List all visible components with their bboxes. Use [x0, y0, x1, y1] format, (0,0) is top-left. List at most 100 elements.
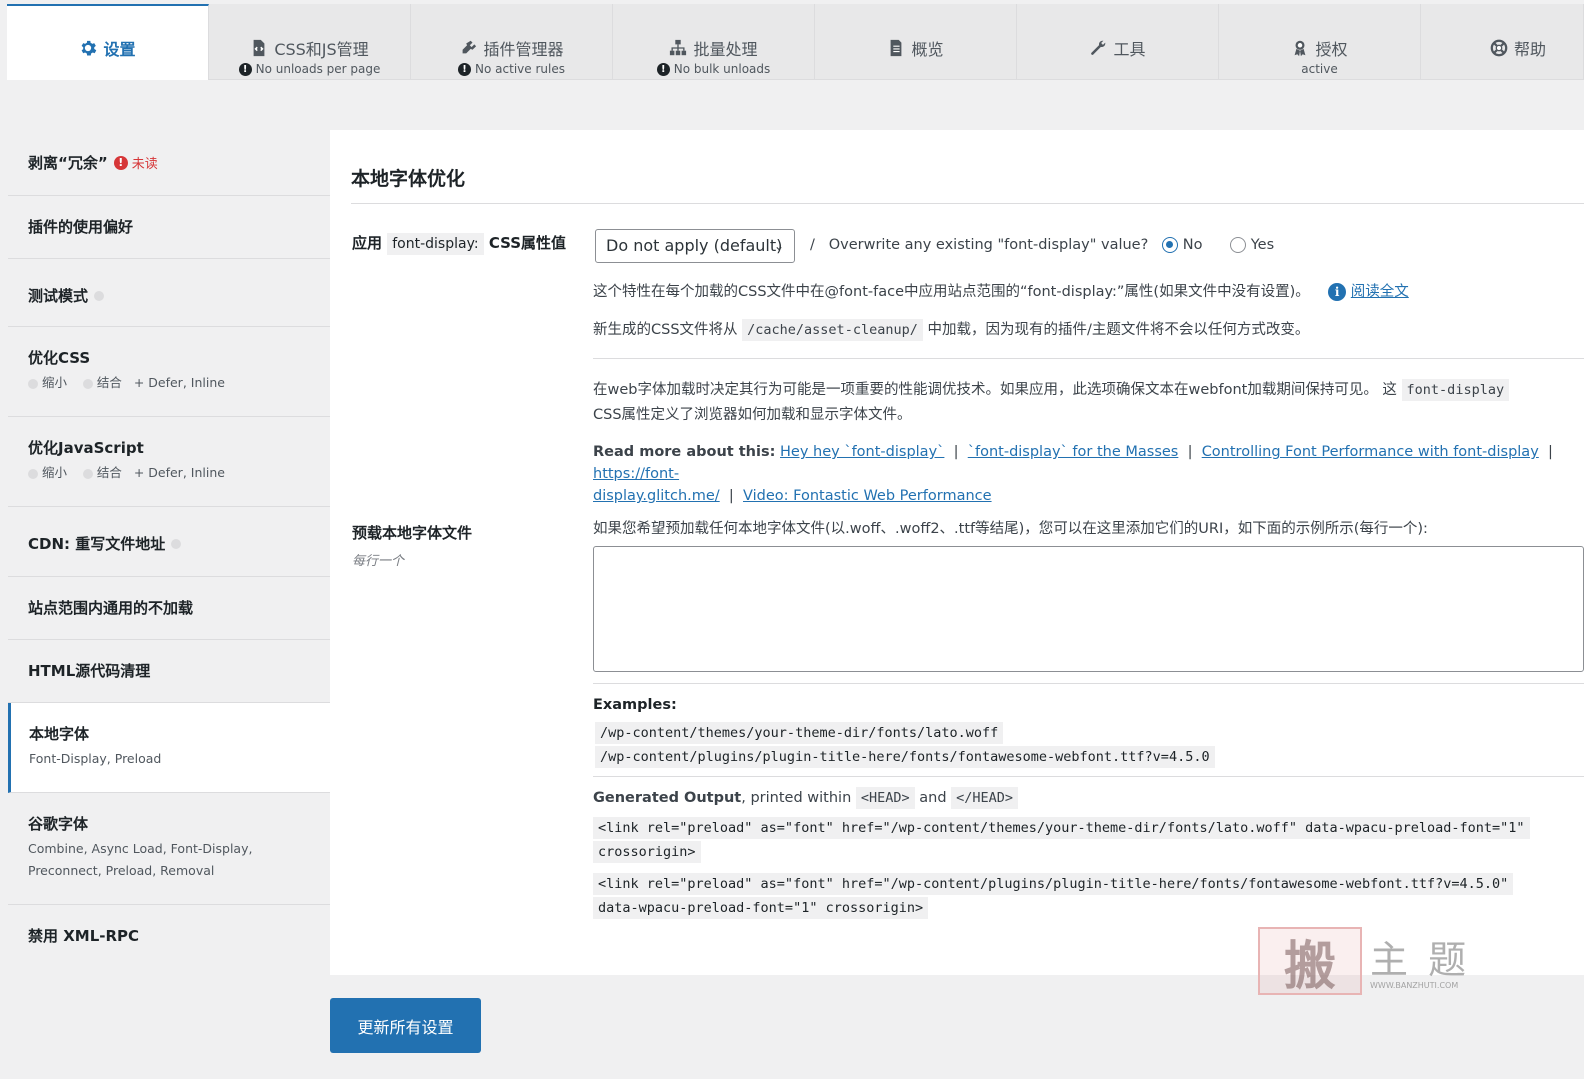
sidebar-item-label: 优化CSS [28, 349, 91, 367]
preload-description: 如果您希望预加载任何本地字体文件(以.woff、.woff2、.ttf等结尾)，… [593, 521, 1428, 537]
output-line: crossorigin> [593, 841, 701, 863]
watermark-logo: 搬 主 题 WWW.BANZHUTI.COM [1258, 925, 1488, 997]
settings-sidebar: 剥离“冗余” ! 未读 插件的使用偏好 测试模式 优化CSS 缩小 结合 + De… [8, 130, 330, 969]
sidebar-item-label: 插件的使用偏好 [28, 218, 134, 236]
tab-sublabel: No active rules [475, 62, 565, 76]
tab-plugins-manager[interactable]: 插件管理器 ! No active rules [411, 4, 613, 80]
overwrite-row: / Overwrite any existing "font-display" … [810, 234, 1274, 256]
read-more-heading: Read more about this: [593, 444, 776, 460]
sidebar-item-label: 谷歌字体 [28, 815, 89, 833]
tab-label: 插件管理器 [483, 40, 564, 59]
font-display-code: font-display [1401, 379, 1510, 401]
sidebar-item-local-fonts[interactable]: 本地字体 Font-Display, Preload [8, 703, 330, 793]
sidebar-item-label: 禁用 XML-RPC [28, 927, 140, 945]
cache-description: 新生成的CSS文件将从 /cache/asset-cleanup/ 中加载，因为… [593, 319, 1309, 341]
tab-label: 概览 [911, 40, 944, 59]
status-dot [82, 378, 93, 389]
tab-label: 授权 [1315, 40, 1348, 59]
link-glitch[interactable]: https://font- [593, 466, 679, 482]
status-dot [94, 290, 105, 301]
combine-label: 结合 [96, 465, 122, 480]
divider [351, 203, 1584, 204]
preload-label: 预载本地字体文件 [352, 524, 473, 542]
description-text: 这个特性在每个加载的CSS文件中在@font-face中应用站点范围的“font… [593, 284, 1310, 300]
radio-yes[interactable] [1230, 237, 1247, 253]
extra-label: + Defer, Inline [133, 465, 225, 480]
settings-panel: 本地字体优化 应用 font-display: CSS属性值 Do not ap… [330, 130, 1584, 975]
generated-output-2: <link rel="preload" as="font" href="/wp-… [593, 872, 1584, 920]
status-dot [82, 468, 93, 479]
end-head-code: </HEAD> [951, 787, 1019, 809]
sidebar-item-plugin-preferences[interactable]: 插件的使用偏好 [8, 196, 330, 259]
select-value: Do not apply (default) [606, 236, 783, 255]
read-more-links: Read more about this: Hey hey `font-disp… [593, 444, 1558, 504]
preload-fonts-textarea[interactable] [593, 546, 1584, 672]
generated-output-text: , printed within [741, 790, 852, 806]
tab-help[interactable]: 帮助 [1421, 4, 1584, 80]
sidebar-item-cdn[interactable]: CDN: 重写文件地址 [8, 507, 330, 577]
gear-icon [82, 40, 97, 56]
link-video[interactable]: Video: Fontastic Web Performance [743, 488, 992, 504]
sidebar-item-label: 本地字体 [29, 725, 90, 743]
preload-sublabel: 每行一个 [352, 554, 405, 569]
output-line: <link rel="preload" as="font" href="/wp-… [593, 817, 1530, 839]
link-glitch-cont[interactable]: display.glitch.me/ [593, 488, 720, 504]
link-hey-hey[interactable]: Hey hey `font-display` [780, 444, 944, 460]
watermark-url: WWW.BANZHUTI.COM [1370, 981, 1459, 990]
and-text: and [919, 790, 947, 806]
alert-icon: ! [458, 62, 472, 76]
link-controlling-performance[interactable]: Controlling Font Performance with font-d… [1202, 444, 1539, 460]
tab-license[interactable]: 授权 active [1219, 4, 1421, 80]
tab-bulk-changes[interactable]: 批量处理 ! No bulk unloads [613, 4, 815, 80]
examples-label: Examples: [593, 697, 677, 713]
status-dot [28, 378, 38, 389]
font-display-label: 应用 font-display: CSS属性值 [352, 232, 566, 255]
output-line: <link rel="preload" as="font" href="/wp-… [593, 873, 1514, 895]
label-text: 应用 [352, 234, 383, 252]
sidebar-item-label: 测试模式 [28, 287, 89, 305]
slash-separator: / [810, 237, 815, 253]
sidebar-item-disable-xmlrpc[interactable]: 禁用 XML-RPC [8, 905, 330, 969]
description-text: CSS属性定义了浏览器如何加载和显示字体文件。 [593, 407, 912, 423]
sidebar-item-test-mode[interactable]: 测试模式 [8, 259, 330, 327]
sidebar-item-html-cleanup[interactable]: HTML源代码清理 [8, 640, 330, 703]
font-display-description: 这个特性在每个加载的CSS文件中在@font-face中应用站点范围的“font… [593, 281, 1409, 303]
sidebar-item-label: 优化JavaScript [28, 439, 144, 457]
sidebar-item-meta: Combine, Async Load, Font-Display, [28, 841, 253, 856]
radio-no[interactable] [1162, 237, 1179, 253]
save-settings-button[interactable]: 更新所有设置 [330, 998, 481, 1053]
head-code: <HEAD> [855, 787, 915, 809]
tab-label: 帮助 [1514, 40, 1547, 59]
tab-tools[interactable]: 工具 [1017, 4, 1219, 80]
tab-overview[interactable]: 概览 [815, 4, 1017, 80]
font-display-select[interactable]: Do not apply (default) ⌄ [595, 229, 795, 263]
generated-output-label: Generated Output, printed within <HEAD> … [593, 787, 1019, 809]
sidebar-item-label: 剥离“冗余” [28, 154, 108, 172]
sidebar-item-google-fonts[interactable]: 谷歌字体 Combine, Async Load, Font-Display, P… [8, 793, 330, 905]
sitemap-icon [670, 39, 687, 56]
lifebuoy-icon [1490, 39, 1508, 57]
sidebar-item-optimize-js[interactable]: 优化JavaScript 缩小 结合 + Defer, Inline [8, 417, 330, 507]
status-dot [28, 468, 38, 479]
sidebar-item-meta: Preconnect, Preload, Removal [28, 863, 215, 878]
link-for-the-masses[interactable]: `font-display` for the Masses [968, 444, 1179, 460]
radio-yes-label: Yes [1250, 237, 1275, 253]
chevron-down-icon: ⌄ [773, 239, 784, 253]
sidebar-item-site-wide-unloads[interactable]: 站点范围内通用的不加载 [8, 577, 330, 640]
wrench-icon [1091, 40, 1106, 55]
example-line: /wp-content/themes/your-theme-dir/fonts/… [595, 722, 1004, 744]
top-tab-bar: 设置 CSS和JS管理 ! No unloads per page 插件管理器 !… [0, 0, 1584, 80]
read-more-link[interactable]: 阅读全文 [1351, 284, 1409, 300]
tab-settings[interactable]: 设置 [7, 4, 209, 80]
tab-css-js-manager[interactable]: CSS和JS管理 ! No unloads per page [209, 4, 411, 80]
sidebar-item-optimize-css[interactable]: 优化CSS 缩小 结合 + Defer, Inline [8, 327, 330, 417]
overwrite-question: Overwrite any existing "font-display" va… [828, 237, 1149, 253]
code-file-icon [253, 39, 265, 57]
page-title: 本地字体优化 [351, 168, 466, 190]
description-text: 新生成的CSS文件将从 [593, 322, 738, 338]
tab-label: 工具 [1113, 40, 1146, 59]
sidebar-item-strip-bloat[interactable]: 剥离“冗余” ! 未读 [8, 130, 330, 196]
watermark-text: 主 题 [1370, 938, 1471, 982]
example-line: /wp-content/plugins/plugin-title-here/fo… [595, 746, 1215, 768]
watermark-logo-mark: 搬 [1258, 927, 1362, 997]
